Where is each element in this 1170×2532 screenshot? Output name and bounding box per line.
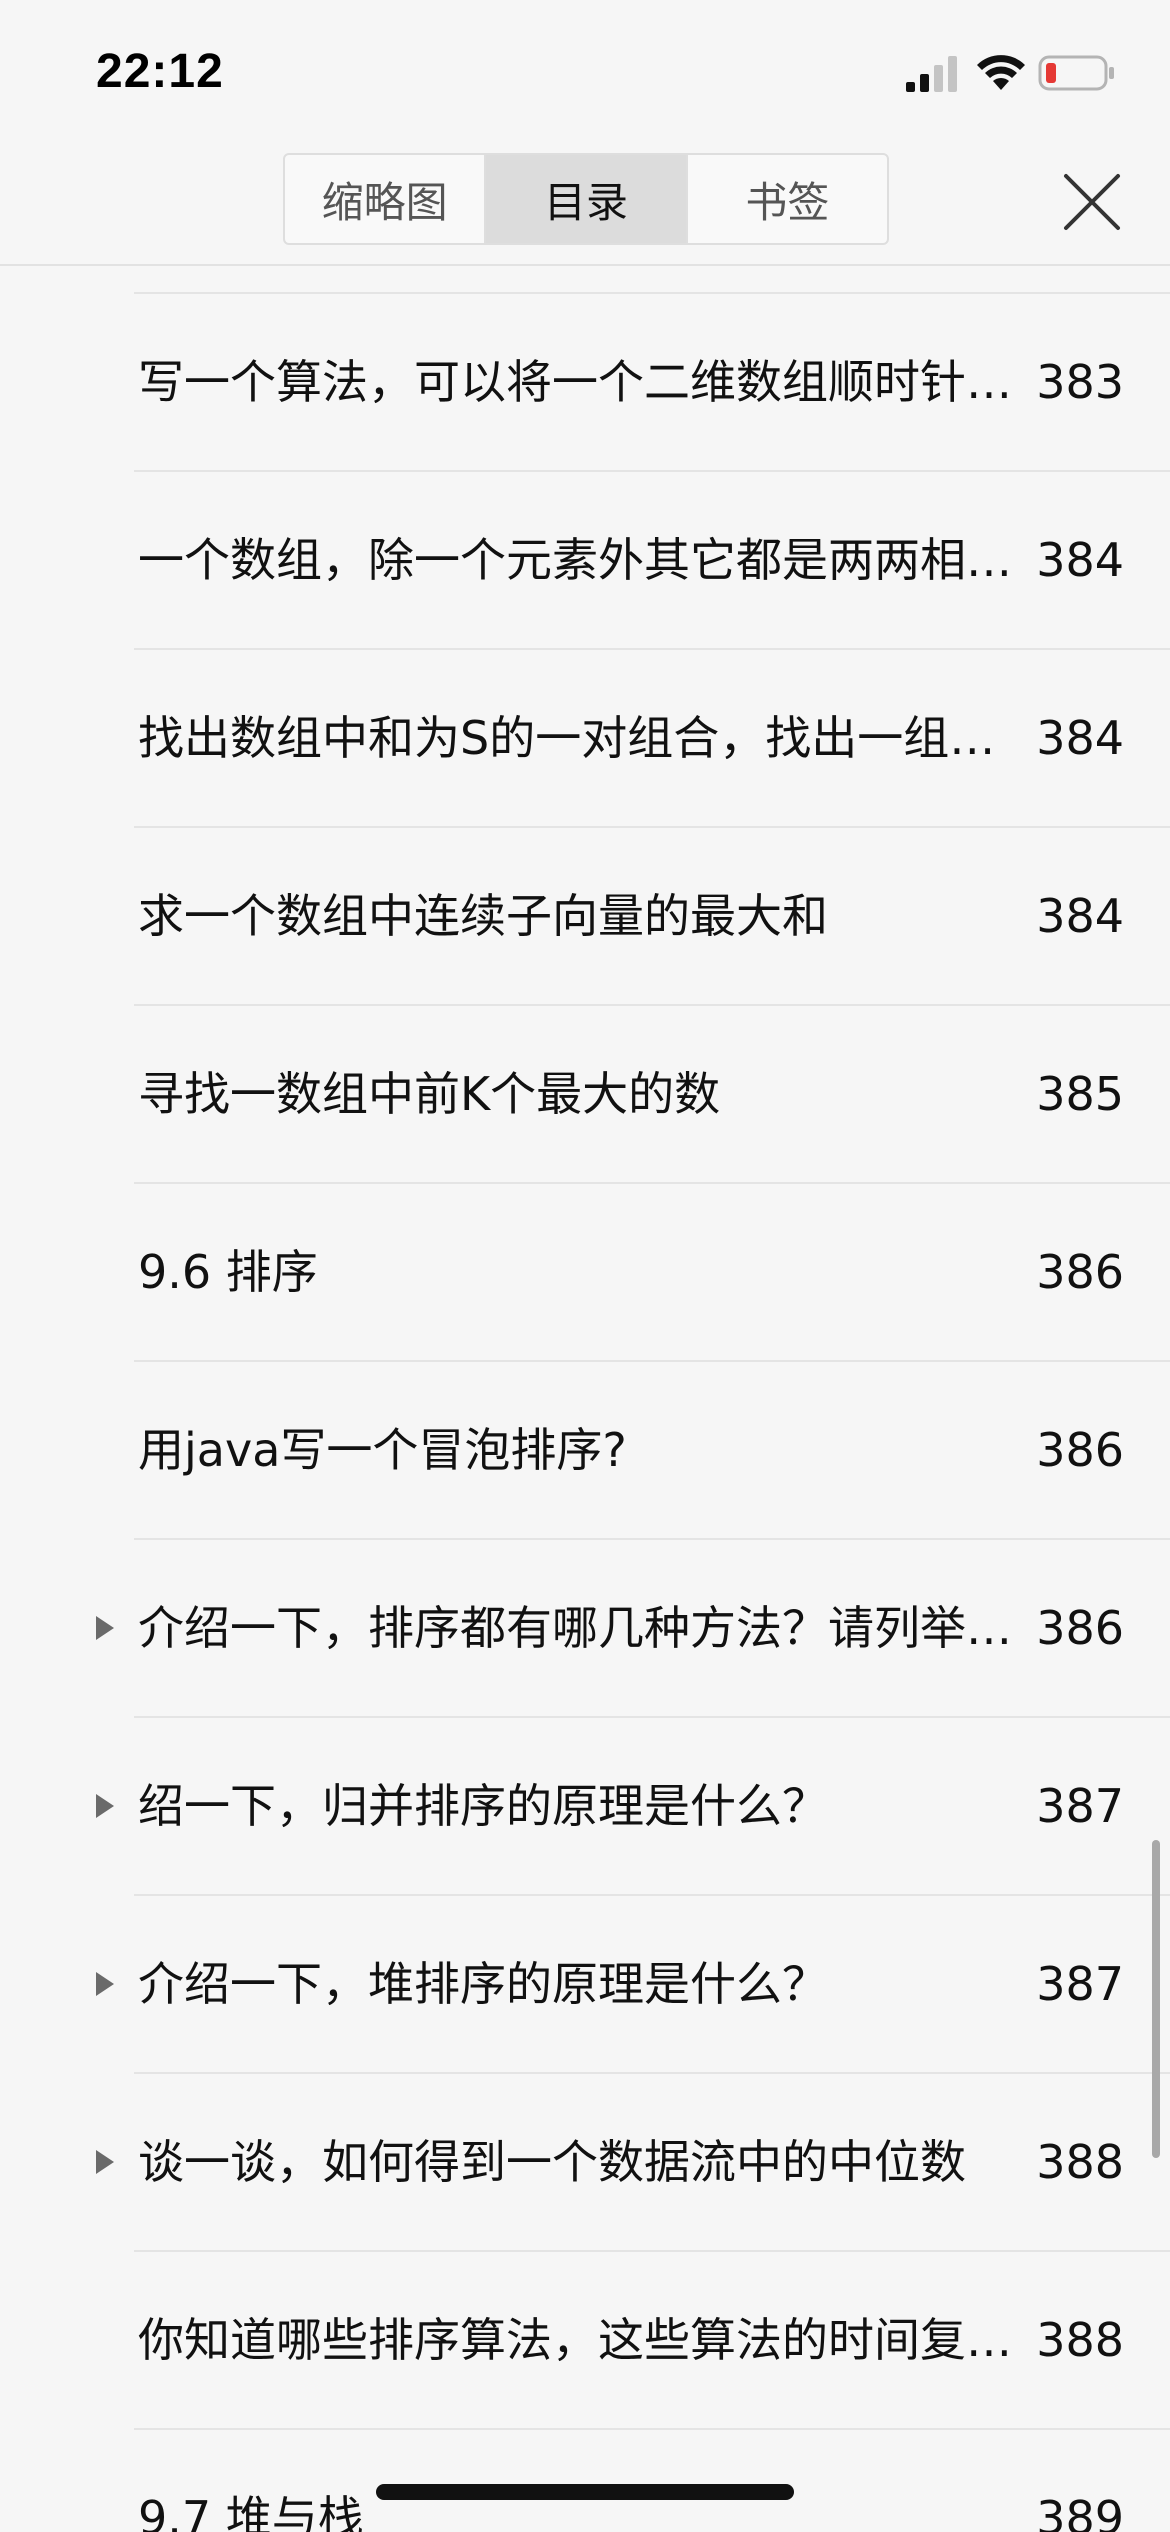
- toc-item-title: 一个数组，除一个元素外其它都是两两相等，求那个元素: [138, 533, 1018, 587]
- toc-item-title: 找出数组中和为S的一对组合，找出一组就行: [138, 711, 1018, 765]
- toc-item[interactable]: 你知道哪些排序算法，这些算法的时间复杂度是多少 388: [0, 2252, 1170, 2430]
- toc-item-title: 寻找一数组中前K个最大的数: [138, 1067, 721, 1121]
- toc-item[interactable]: 9.7 堆与栈 389: [0, 2430, 1170, 2532]
- toc-item[interactable]: 一个数组，除一个元素外其它都是两两相等，求那个元素 384: [0, 472, 1170, 650]
- toc-item-page: 385: [1036, 1067, 1124, 1121]
- expand-triangle-icon[interactable]: [96, 1794, 114, 1818]
- toc-item[interactable]: 绍一下，归并排序的原理是什么？ 387: [0, 1718, 1170, 1896]
- status-time: 22:12: [96, 45, 224, 98]
- toc-item-title: 介绍一下，堆排序的原理是什么？: [138, 1957, 828, 2011]
- toc-header: 缩略图 目录 书签: [0, 140, 1170, 266]
- expand-triangle-icon[interactable]: [96, 2150, 114, 2174]
- battery-low-icon: [1038, 55, 1114, 91]
- toc-item-title: 求一个数组中连续子向量的最大和: [138, 889, 828, 943]
- wifi-icon: [977, 55, 1025, 90]
- toc-item-page: 384: [1036, 711, 1124, 765]
- toc-item[interactable]: 写一个算法，可以将一个二维数组顺时针旋转90度 383: [0, 294, 1170, 472]
- toc-item-page: 387: [1036, 1779, 1124, 1833]
- toc-item-page: 387: [1036, 1957, 1124, 2011]
- toc-item-page: 388: [1036, 2135, 1124, 2189]
- screen: 22:12 缩略图 目录 书签 写一个算法，可以将一个二维数组顺时针旋 383 …: [0, 0, 1170, 2532]
- expand-triangle-icon[interactable]: [96, 1972, 114, 1996]
- tab-contents[interactable]: 目录: [486, 155, 688, 243]
- toc-item[interactable]: 求一个数组中连续子向量的最大和 384: [0, 828, 1170, 1006]
- toc-item[interactable]: 谈一谈，如何得到一个数据流中的中位数 388: [0, 2074, 1170, 2252]
- toc-item-page: 383: [1036, 355, 1124, 409]
- expand-triangle-icon[interactable]: [96, 1616, 114, 1640]
- toc-item-page: 386: [1036, 1423, 1124, 1477]
- toc-list[interactable]: 写一个算法，可以将一个二维数组顺时针旋转90度 383 一个数组，除一个元素外其它都…: [0, 264, 1170, 2532]
- toc-item[interactable]: 介绍一下，堆排序的原理是什么？ 387: [0, 1896, 1170, 2074]
- scroll-indicator[interactable]: [1152, 1840, 1160, 2158]
- toc-item-title: 介绍一下，排序都有哪几种方法？请列举出来: [138, 1601, 1018, 1655]
- tab-thumbnails[interactable]: 缩略图: [285, 155, 487, 243]
- toc-rows: 写一个算法，可以将一个二维数组顺时针旋转90度 383 一个数组，除一个元素外其它都…: [0, 294, 1170, 2532]
- toc-item-page: 389: [1036, 2491, 1124, 2532]
- tab-bookmarks[interactable]: 书签: [688, 155, 887, 243]
- close-icon[interactable]: [1060, 170, 1124, 234]
- toc-item[interactable]: 寻找一数组中前K个最大的数 385: [0, 1006, 1170, 1184]
- toc-item-page: 384: [1036, 533, 1124, 587]
- view-segmented-control: 缩略图 目录 书签: [283, 153, 889, 245]
- toc-item-title: 谈一谈，如何得到一个数据流中的中位数: [138, 2135, 966, 2189]
- toc-item-page: 384: [1036, 889, 1124, 943]
- home-indicator[interactable]: [376, 2484, 794, 2500]
- toc-item-page: 386: [1036, 1245, 1124, 1299]
- toc-item-title: 9.6 排序: [138, 1245, 318, 1299]
- toc-item-title: 写一个算法，可以将一个二维数组顺时针旋转90度: [138, 355, 1018, 409]
- toc-item[interactable]: 找出数组中和为S的一对组合，找出一组就行 384: [0, 650, 1170, 828]
- toc-item[interactable]: 用java写一个冒泡排序? 386: [0, 1362, 1170, 1540]
- toc-item-title: 你知道哪些排序算法，这些算法的时间复杂度是多少: [138, 2313, 1018, 2367]
- toc-item[interactable]: 介绍一下，排序都有哪几种方法？请列举出来 386: [0, 1540, 1170, 1718]
- toc-item-page: 388: [1036, 2313, 1124, 2367]
- toc-item[interactable]: 9.6 排序 386: [0, 1184, 1170, 1362]
- toc-item-title: 用java写一个冒泡排序?: [138, 1423, 627, 1477]
- toc-item-page: 386: [1036, 1601, 1124, 1655]
- toc-item-title: 绍一下，归并排序的原理是什么？: [138, 1779, 828, 1833]
- cellular-signal-icon: [906, 56, 957, 92]
- status-bar: 22:12: [0, 0, 1170, 140]
